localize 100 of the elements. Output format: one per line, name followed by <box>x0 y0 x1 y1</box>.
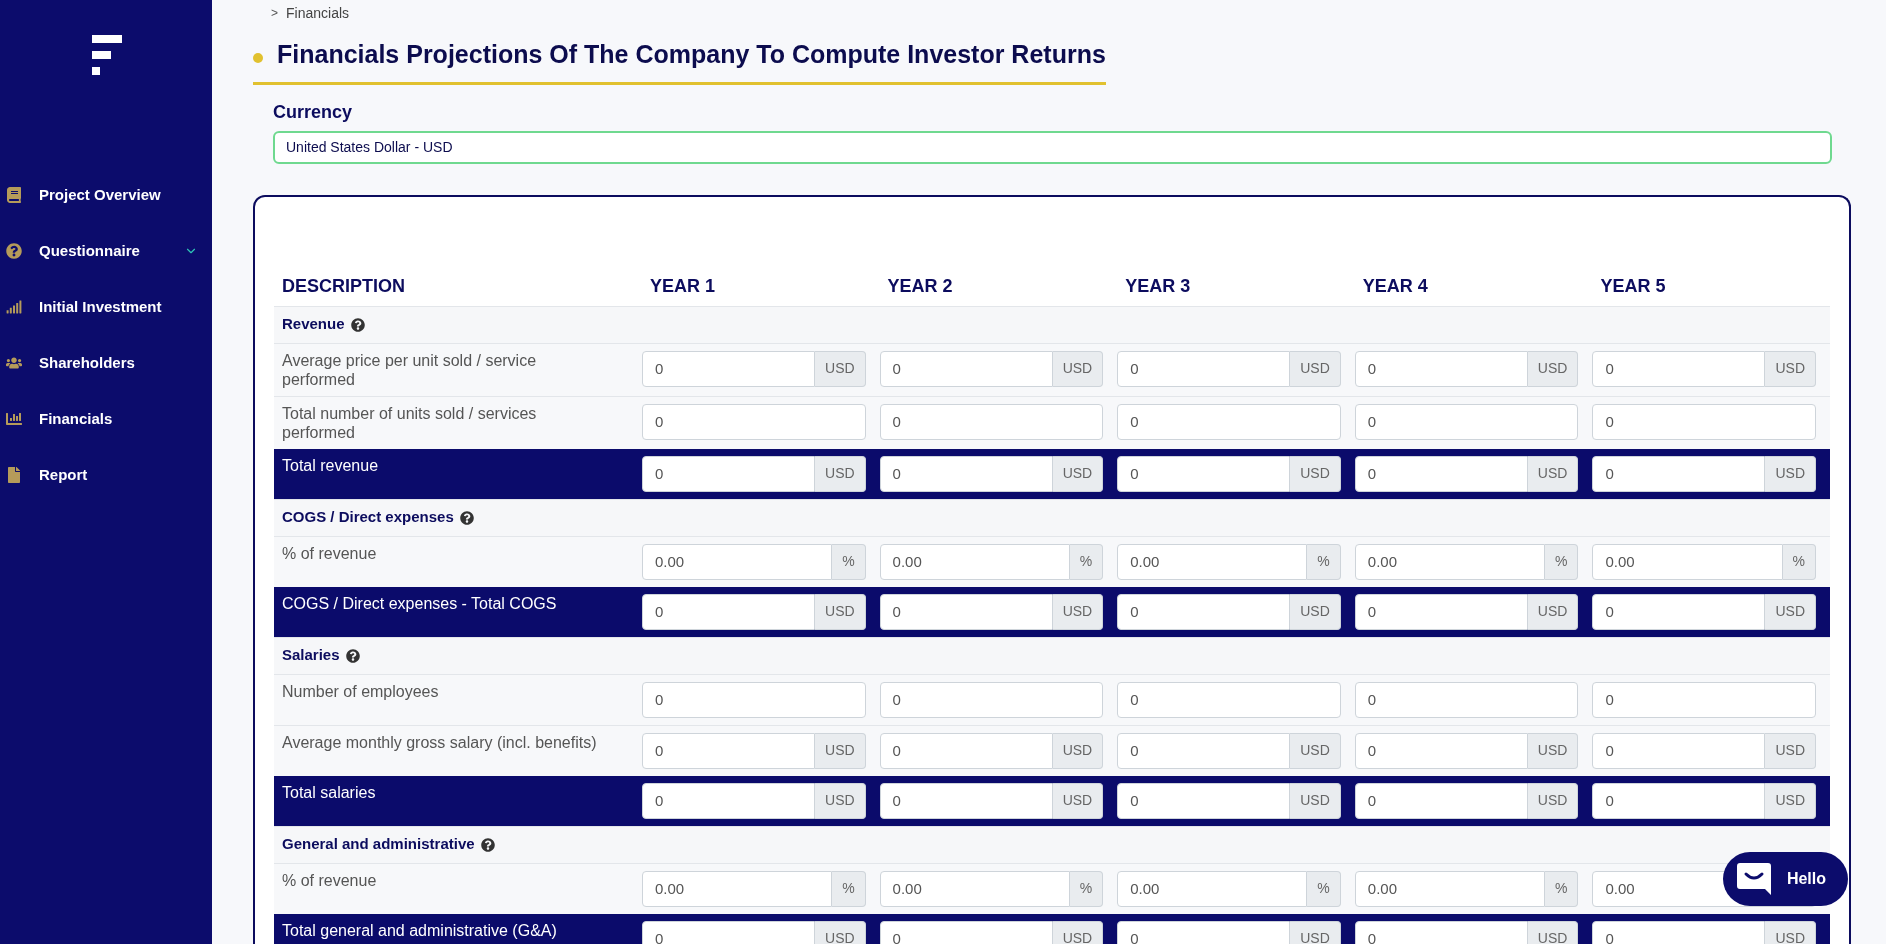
column-header: YEAR 4 <box>1361 274 1429 298</box>
number-input[interactable]: 0.00 <box>879 543 1070 580</box>
bullet-icon <box>253 52 263 63</box>
unit-label: USD <box>815 455 866 492</box>
unit-label: USD <box>1052 455 1104 492</box>
number-input[interactable]: 0 <box>1354 782 1528 819</box>
unit-label: USD <box>815 350 866 387</box>
help-icon[interactable] <box>459 510 474 525</box>
number-input[interactable]: 0 <box>1117 732 1291 769</box>
number-input[interactable]: 0 <box>879 403 1104 440</box>
number-input[interactable]: 0 <box>879 732 1053 769</box>
book-icon <box>6 187 22 203</box>
number-input[interactable]: 0 <box>879 593 1053 630</box>
number-input[interactable]: 0 <box>1354 593 1528 630</box>
help-icon[interactable] <box>345 648 360 663</box>
number-input[interactable]: 0 <box>1117 593 1291 630</box>
chat-bubble-icon <box>1736 863 1771 895</box>
number-input[interactable]: 0.00 <box>642 870 833 907</box>
number-input[interactable]: 0 <box>642 455 816 492</box>
unit-label: % <box>832 543 866 580</box>
column-header: YEAR 1 <box>649 274 717 298</box>
number-input[interactable]: 0 <box>642 681 866 718</box>
number-input[interactable]: 0 <box>1354 920 1528 944</box>
row-label: Total number of units sold / services performed <box>282 403 538 442</box>
number-input[interactable]: 0.00 <box>1354 543 1545 580</box>
sidebar-item[interactable]: Project Overview <box>0 167 212 223</box>
unit-label: USD <box>1290 732 1341 769</box>
users-icon <box>6 355 22 371</box>
number-input[interactable]: 0 <box>1592 403 1816 440</box>
number-input[interactable]: 0 <box>1354 681 1579 718</box>
section-title: Revenue <box>282 314 345 335</box>
number-input[interactable]: 0 <box>1117 455 1291 492</box>
number-input[interactable]: 0 <box>642 732 816 769</box>
page-title: Financials Projections Of The Company To Compute Investor Returns <box>277 39 1106 70</box>
column-header: DESCRIPTION <box>281 274 406 298</box>
chat-toast[interactable]: Hello <box>1722 852 1848 906</box>
unit-label: USD <box>1290 920 1341 944</box>
sidebar-item[interactable]: Financials <box>0 391 212 447</box>
currency-select[interactable]: United States Dollar - USD <box>273 130 1832 164</box>
number-input[interactable]: 0 <box>879 681 1104 718</box>
help-icon[interactable] <box>350 317 365 332</box>
unit-label: USD <box>1527 593 1579 630</box>
unit-label: USD <box>1527 350 1579 387</box>
column-header: YEAR 2 <box>886 274 954 298</box>
sidebar-item[interactable]: Questionnaire <box>0 223 212 279</box>
number-input[interactable]: 0 <box>1354 403 1579 440</box>
number-input[interactable]: 0 <box>1117 350 1291 387</box>
sidebar-item[interactable]: Initial Investment <box>0 279 212 335</box>
number-input[interactable]: 0 <box>1117 403 1341 440</box>
unit-label: USD <box>1290 593 1341 630</box>
unit-label: USD <box>1527 920 1579 944</box>
unit-label: USD <box>815 593 866 630</box>
number-input[interactable]: 0 <box>1117 681 1341 718</box>
number-input[interactable]: 0 <box>879 350 1053 387</box>
row-label: Total revenue <box>282 455 380 475</box>
unit-label: % <box>1544 543 1579 580</box>
number-input[interactable]: 0 <box>1592 350 1766 387</box>
sidebar-item[interactable]: Report <box>0 447 212 503</box>
help-icon[interactable] <box>480 837 495 852</box>
row-label: Average monthly gross salary (incl. benefits) <box>282 732 598 752</box>
unit-label: % <box>1782 543 1816 580</box>
number-input[interactable]: 0.00 <box>1592 543 1783 580</box>
unit-label: USD <box>1765 732 1816 769</box>
sidebar-item[interactable]: Shareholders <box>0 335 212 391</box>
row-label: Average price per unit sold / service performed <box>282 350 538 389</box>
number-input[interactable]: 0 <box>879 455 1053 492</box>
number-input[interactable]: 0.00 <box>1354 870 1545 907</box>
number-input[interactable]: 0 <box>642 403 866 440</box>
section-title: COGS / Direct expenses <box>282 507 454 528</box>
number-input[interactable]: 0 <box>1592 782 1766 819</box>
number-input[interactable]: 0 <box>642 920 816 944</box>
number-input[interactable]: 0 <box>1592 732 1766 769</box>
number-input[interactable]: 0 <box>642 782 816 819</box>
number-input[interactable]: 0 <box>1117 782 1291 819</box>
number-input[interactable]: 0 <box>1592 593 1766 630</box>
number-input[interactable]: 0 <box>1354 732 1528 769</box>
number-input[interactable]: 0.00 <box>879 870 1070 907</box>
unit-label: % <box>1069 543 1104 580</box>
section-title: General and administrative <box>282 834 475 855</box>
number-input[interactable]: 0 <box>642 593 816 630</box>
number-input[interactable]: 0 <box>1354 350 1528 387</box>
breadcrumb-link[interactable]: Financials <box>286 2 350 24</box>
unit-label: USD <box>1527 732 1579 769</box>
number-input[interactable]: 0 <box>1592 681 1816 718</box>
unit-label: % <box>1307 870 1341 907</box>
number-input[interactable]: 0 <box>1592 455 1766 492</box>
row-label: % of revenue <box>282 870 378 890</box>
number-input[interactable]: 0.00 <box>642 543 833 580</box>
number-input[interactable]: 0 <box>1354 455 1528 492</box>
number-input[interactable]: 0.00 <box>1117 870 1308 907</box>
unit-label: USD <box>1290 455 1341 492</box>
number-input[interactable]: 0.00 <box>1117 543 1308 580</box>
unit-label: USD <box>1052 593 1104 630</box>
number-input[interactable]: 0 <box>1117 920 1291 944</box>
row-label: % of revenue <box>282 543 378 563</box>
number-input[interactable]: 0 <box>879 920 1053 944</box>
number-input[interactable]: 0 <box>879 782 1053 819</box>
number-input[interactable]: 0 <box>1592 920 1766 944</box>
number-input[interactable]: 0 <box>642 350 816 387</box>
bar-chart-icon <box>6 411 22 427</box>
